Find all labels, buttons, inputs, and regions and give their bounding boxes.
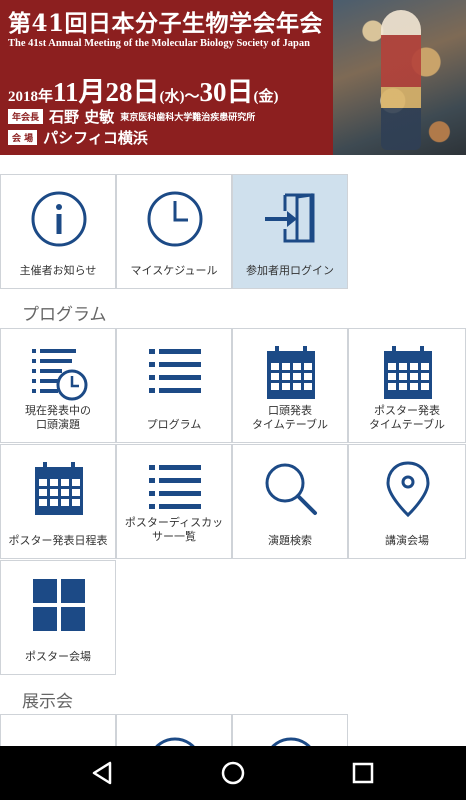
system-navigation-bar xyxy=(0,746,466,800)
calendar-icon xyxy=(233,343,349,405)
banner-artwork xyxy=(333,0,466,155)
tile-label: 現在発表中の 口頭演題 xyxy=(25,404,91,431)
tile-label: 参加者用ログイン xyxy=(246,264,334,277)
section-title-exhibition: 展示会 xyxy=(22,692,73,712)
tile-label: ポスター発表 タイムテーブル xyxy=(368,404,446,431)
list-icon xyxy=(117,459,233,521)
calendar-icon xyxy=(1,459,117,521)
tile-poster-schedule[interactable]: ポスター発表日程表 xyxy=(0,444,116,559)
venue-tag: 会 場 xyxy=(8,130,38,145)
tile-label: ポスターディスカッ サー一覧 xyxy=(124,516,224,543)
tile-label: プログラム xyxy=(146,418,202,431)
tile-abstract-search[interactable]: 演題検索 xyxy=(232,444,348,559)
grid-icon xyxy=(1,575,117,637)
list-clock-icon xyxy=(1,343,117,405)
tile-label: 講演会場 xyxy=(385,534,429,547)
tile-label: マイスケジュール xyxy=(130,264,218,277)
president-tag: 年会長 xyxy=(8,109,44,124)
section-title-program: プログラム xyxy=(22,305,107,325)
search-icon xyxy=(233,459,349,521)
info-icon xyxy=(1,189,117,251)
tile-poster-venue[interactable]: ポスター会場 xyxy=(0,560,116,675)
tile-poster-timetable[interactable]: ポスター発表 タイムテーブル xyxy=(348,328,466,443)
banner-president: 年会長 石野 史敏 東京医科歯科大学難治疾患研究所 xyxy=(8,106,255,127)
tile-label: 演題検索 xyxy=(268,534,312,547)
tile-label: 主催者お知らせ xyxy=(19,264,97,277)
tile-label: ポスター会場 xyxy=(25,650,91,663)
home-icon[interactable] xyxy=(218,758,248,788)
back-icon[interactable] xyxy=(88,758,118,788)
tile-my-schedule[interactable]: マイスケジュール xyxy=(116,174,232,289)
tile-lecture-venue[interactable]: 講演会場 xyxy=(348,444,466,559)
conference-banner: 第41回日本分子生物学会年会 The 41st Annual Meeting o… xyxy=(0,0,466,155)
tile-participant-login[interactable]: 参加者用ログイン xyxy=(232,174,348,289)
banner-venue: 会 場 パシフィコ横浜 xyxy=(8,127,148,148)
calendar-icon xyxy=(349,343,466,405)
tile-organizer-notices[interactable]: 主催者お知らせ xyxy=(0,174,116,289)
banner-subtitle: The 41st Annual Meeting of the Molecular… xyxy=(8,38,310,49)
map-pin-icon xyxy=(349,459,466,521)
banner-title: 第41回日本分子生物学会年会 xyxy=(8,10,324,37)
tile-program[interactable]: プログラム xyxy=(116,328,232,443)
recents-icon[interactable] xyxy=(348,758,378,788)
venue-name: パシフィコ横浜 xyxy=(43,129,148,147)
tile-label: 口頭発表 タイムテーブル xyxy=(251,404,329,431)
list-icon xyxy=(117,343,233,405)
president-name: 石野 史敏 xyxy=(49,108,115,126)
banner-date: 2018年11月28日(水)～30日(金) xyxy=(8,77,279,107)
tile-poster-discussers[interactable]: ポスターディスカッ サー一覧 xyxy=(116,444,232,559)
login-icon xyxy=(233,189,349,251)
tile-label: ポスター発表日程表 xyxy=(8,534,108,547)
clock-icon xyxy=(117,189,233,251)
tile-current-oral-presentations[interactable]: 現在発表中の 口頭演題 xyxy=(0,328,116,443)
tile-oral-timetable[interactable]: 口頭発表 タイムテーブル xyxy=(232,328,348,443)
president-affiliation: 東京医科歯科大学難治疾患研究所 xyxy=(120,113,256,123)
